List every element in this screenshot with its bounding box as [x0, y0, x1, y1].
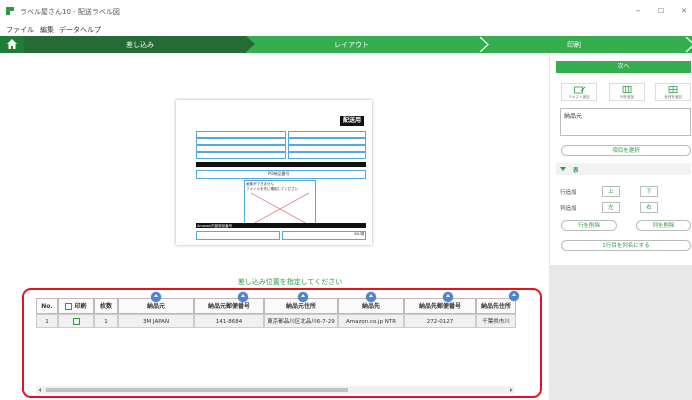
checkbox-icon[interactable] [72, 318, 80, 325]
col-header-sender[interactable]: 納品元 [118, 292, 194, 314]
field-box[interactable] [196, 152, 286, 159]
menu-bar: ファイル 編集 データ ヘルプ [0, 22, 692, 36]
row-add-up-button[interactable]: 上 [602, 186, 620, 197]
cell-print[interactable] [58, 314, 94, 328]
cell-recipient-address[interactable]: 千葉県市川 [476, 314, 516, 328]
col-header-sender-label: 納品元 [146, 303, 165, 310]
add-all-columns-label: 全列を追加 [664, 95, 682, 99]
col-header-recipient-zip[interactable]: 納品先郵便番号 [404, 292, 476, 314]
delete-row-button[interactable]: 行を削除 [561, 220, 617, 231]
merge-marker-icon[interactable] [151, 292, 161, 302]
col-header-sender-address-label: 納品元住所 [285, 303, 316, 310]
col-header-print-label: 印刷 [74, 303, 87, 310]
row-add-label: 行追加 [560, 190, 577, 196]
home-button[interactable] [0, 36, 24, 53]
close-button[interactable]: ✕ [671, 4, 692, 18]
col-header-sender-zip[interactable]: 納品元郵便番号 [194, 292, 264, 314]
cell-sender-zip[interactable]: 141-8684 [194, 314, 264, 328]
chevron-right-icon [685, 37, 692, 52]
scrollbar-thumb[interactable] [46, 388, 348, 392]
field-box[interactable] [196, 145, 286, 152]
instruction-text: 差し込み位置を指定してください [237, 278, 343, 286]
step-bar: 差し込み レイアウト 印刷 [0, 36, 692, 53]
window-title: ラベル屋さん10 - 配送ラベル図 [20, 8, 120, 16]
col-add-left-button[interactable]: 左 [602, 202, 620, 213]
field-box[interactable] [288, 138, 366, 145]
field-box[interactable] [196, 138, 286, 145]
stamp-label: 配送用 [340, 116, 364, 126]
merge-marker-icon[interactable] [298, 292, 308, 302]
menu-data[interactable]: データ [59, 25, 80, 35]
app-logo-icon [6, 7, 14, 15]
menu-file[interactable]: ファイル [6, 25, 34, 35]
merge-marker-icon[interactable] [238, 292, 248, 302]
add-all-columns-button[interactable]: 全列を追加 [655, 83, 691, 101]
po-label: PO納品番号 [268, 171, 290, 176]
col-add-label: 列追加 [560, 206, 577, 212]
col-header-recipient-address[interactable]: 納品先住所 [476, 298, 516, 314]
label-preview[interactable]: 配送用 PO納品番号 画像ができません ファイルを先に確認してください Amaz… [176, 100, 372, 245]
col-header-recipient-label: 納品先 [361, 303, 380, 310]
scroll-left-icon[interactable] [37, 387, 43, 393]
menu-edit[interactable]: 編集 [40, 25, 54, 35]
col-header-recipient-address-label: 納品先住所 [480, 303, 511, 310]
cell-recipient-zip[interactable]: 272-0127 [404, 314, 476, 328]
step-tab-merge-arrow [246, 36, 255, 52]
col-header-sender-zip-label: 納品元郵便番号 [207, 303, 250, 310]
add-text-label: テキスト追加 [568, 95, 590, 99]
cell-sender-address[interactable]: 東京都品川区北品川6-7-29 [264, 314, 338, 328]
col-header-no: No. [36, 298, 58, 314]
cell-sender[interactable]: 3M JAPAN [118, 314, 194, 328]
image-message-2: ファイルを先に確認してください [246, 187, 299, 191]
barcode-bar [196, 162, 366, 167]
cell-no[interactable]: 1 [36, 314, 58, 328]
table-section-label: 表 [573, 168, 579, 174]
sku-label: SKU数 [354, 232, 365, 236]
merge-marker-icon[interactable] [443, 292, 453, 302]
merge-marker-icon[interactable] [366, 292, 376, 302]
col-header-sender-address[interactable]: 納品元住所 [264, 292, 338, 314]
add-text-button[interactable]: テキスト追加 [561, 83, 597, 101]
col-header-count: 枚数 [94, 298, 118, 314]
step-label-layout[interactable]: レイアウト [334, 40, 369, 50]
field-box[interactable] [288, 145, 366, 152]
col-header-print[interactable]: 印刷 [58, 298, 94, 314]
field-box[interactable] [288, 152, 366, 159]
field-box[interactable] [288, 131, 366, 138]
step-label-print[interactable]: 印刷 [567, 40, 581, 50]
col-add-right-button[interactable]: 右 [640, 202, 658, 213]
scroll-right-icon[interactable] [508, 387, 514, 393]
home-icon [7, 39, 17, 49]
col-header-recipient-zip-label: 納品先郵便番号 [418, 303, 461, 310]
table-column-icon [622, 86, 632, 93]
first-row-as-header-button[interactable]: 1行目を列名にする [561, 240, 691, 251]
col-header-recipient[interactable]: 納品先 [338, 292, 404, 314]
add-column-button[interactable]: 列を追加 [609, 83, 645, 101]
step-label-merge: 差し込み [126, 41, 154, 49]
checkbox-icon[interactable] [65, 303, 73, 310]
cell-count[interactable]: 1 [94, 314, 118, 328]
selected-field-value: 納品元 [564, 113, 583, 120]
delete-column-button[interactable]: 列を削除 [636, 220, 691, 231]
text-edit-icon [574, 86, 586, 94]
choose-item-button[interactable]: 項目を選択 [561, 145, 691, 156]
add-column-label: 列を追加 [620, 95, 634, 99]
row-add-down-button[interactable]: 下 [640, 186, 658, 197]
collapse-down-icon[interactable] [560, 167, 566, 172]
next-button[interactable]: 次へ [556, 61, 691, 73]
chevron-right-icon [479, 37, 489, 52]
menu-help[interactable]: ヘルプ [80, 25, 101, 35]
table-all-icon [668, 86, 678, 93]
field-box[interactable] [196, 131, 286, 138]
cell-recipient[interactable]: Amazon.co.jp NTR [338, 314, 404, 328]
bar-label: Amazon内部部品番号 [197, 224, 233, 228]
merge-marker-icon[interactable] [509, 291, 519, 301]
field-box[interactable] [196, 231, 280, 240]
